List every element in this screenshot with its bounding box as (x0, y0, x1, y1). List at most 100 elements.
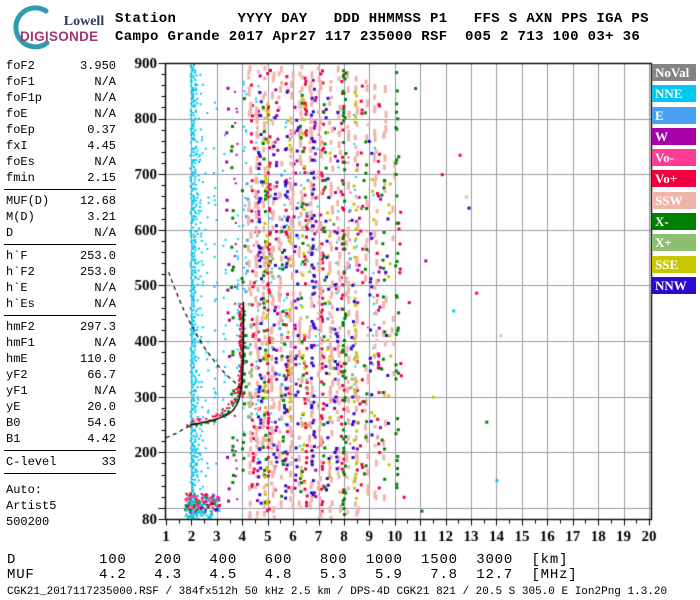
legend-item-vo: Vo- (652, 149, 696, 167)
header-column-titles: Station YYYY DAY DDD HHMMSS P1 FFS S AXN… (115, 11, 649, 27)
param-value: N/A (94, 281, 116, 295)
param-value: 297.3 (79, 320, 116, 334)
param-row: yF1 N/A (6, 383, 116, 399)
param-value: 3.950 (79, 59, 116, 73)
legend-item-sse: SSE (652, 255, 696, 273)
header-station-values: Campo Grande 2017 Apr27 117 235000 RSF 0… (115, 29, 641, 45)
legend-item-x: X- (652, 213, 696, 231)
legend-item-nnw: NNW (652, 276, 696, 294)
param-row: B1 4.42 (6, 431, 116, 447)
muf-table-values: MUF 4.2 4.3 4.5 4.8 5.3 5.9 7.8 12.7 [MH… (7, 567, 578, 583)
param-label: h`F2 (6, 265, 35, 279)
panel-divider (4, 450, 116, 451)
param-value: N/A (94, 75, 116, 89)
param-label: fxI (6, 139, 28, 153)
param-label: Auto: (6, 483, 43, 497)
param-row: hmF1 N/A (6, 335, 116, 351)
param-row: foE N/A (6, 106, 116, 122)
param-value: N/A (94, 91, 116, 105)
param-row: h`F 253.0 (6, 248, 116, 264)
digisonde-ionogram-screen: Lowell DIGISONDE Station YYYY DAY DDD HH… (0, 0, 700, 600)
panel-divider (4, 189, 116, 190)
param-value: 54.6 (87, 416, 116, 430)
param-row: fmin 2.15 (6, 170, 116, 186)
param-label: yE (6, 400, 21, 414)
param-value: 3.21 (87, 210, 116, 224)
param-value: 253.0 (79, 265, 116, 279)
param-row: h`F2 253.0 (6, 264, 116, 280)
logo-lowell-text: Lowell (64, 14, 105, 29)
lowell-digisonde-logo: Lowell DIGISONDE (13, 5, 105, 50)
legend-item-e: E (652, 106, 696, 124)
param-value: 12.68 (79, 194, 116, 208)
param-label: foE (6, 107, 28, 121)
param-row: foEp 0.37 (6, 122, 116, 138)
param-group: Auto: Artist5 500200 (6, 482, 116, 530)
panel-divider (4, 315, 116, 316)
param-group: hmF2 297.3 hmF1 N/A hmE 110.0 yF2 66.7 yF1 N/A yE 2… (6, 319, 116, 447)
param-value: 66.7 (87, 368, 116, 382)
param-row: foF1 N/A (6, 74, 116, 90)
param-group: C-level 33 (6, 454, 116, 470)
param-value: 4.42 (87, 432, 116, 446)
param-row: yF2 66.7 (6, 367, 116, 383)
station-header: Station YYYY DAY DDD HHMMSS P1 FFS S AXN… (115, 10, 649, 46)
param-value: 2.15 (87, 171, 116, 185)
param-row: hmE 110.0 (6, 351, 116, 367)
legend-item-x: X+ (652, 234, 696, 252)
param-label: C-level (6, 455, 57, 469)
param-value: 20.0 (87, 400, 116, 414)
param-row: Artist5 (6, 498, 116, 514)
param-group: foF2 3.950 foF1 N/A foF1p N/A foE N/A foEp 0.37 fx… (6, 58, 116, 186)
param-label: fmin (6, 171, 35, 185)
param-label: foF1p (6, 91, 43, 105)
logo-digisonde-text: DIGISONDE (20, 29, 98, 44)
param-row: B0 54.6 (6, 415, 116, 431)
param-label: 500200 (6, 515, 50, 529)
param-label: foEp (6, 123, 35, 137)
param-label: foF2 (6, 59, 35, 73)
param-row: h`Es N/A (6, 296, 116, 312)
measurement-footer: CGK21_2017117235000.RSF / 384fx512h 50 k… (7, 586, 668, 598)
param-value: N/A (94, 336, 116, 350)
muf-distance-table: D 100 200 400 600 800 1000 1500 3000 [km… (7, 553, 577, 583)
param-value: 110.0 (79, 352, 116, 366)
param-row: D N/A (6, 225, 116, 241)
param-label: MUF(D) (6, 194, 50, 208)
echo-status-legend: NoVal NNE E W Vo- Vo+ SSW X- X+ SSE NNW (652, 64, 698, 298)
param-row: 500200 (6, 514, 116, 530)
param-label: hmF2 (6, 320, 35, 334)
param-row: Auto: (6, 482, 116, 498)
ionogram-parameter-panel: foF2 3.950 foF1 N/A foF1p N/A foE N/A foEp 0.37 fx… (4, 58, 116, 530)
param-row: M(D) 3.21 (6, 209, 116, 225)
param-label: D (6, 226, 14, 240)
param-label: foEs (6, 155, 35, 169)
param-value: N/A (94, 155, 116, 169)
legend-item-ssw: SSW (652, 191, 696, 209)
param-label: M(D) (6, 210, 35, 224)
param-label: B1 (6, 432, 21, 446)
muf-table-distances: D 100 200 400 600 800 1000 1500 3000 [km… (7, 552, 569, 568)
param-label: yF2 (6, 368, 28, 382)
param-value: 33 (101, 455, 116, 469)
param-value: 0.37 (87, 123, 116, 137)
param-label: B0 (6, 416, 21, 430)
param-row: yE 20.0 (6, 399, 116, 415)
param-value: 4.45 (87, 139, 116, 153)
param-label: hmE (6, 352, 28, 366)
param-value: N/A (94, 384, 116, 398)
legend-item-noval: NoVal (652, 64, 696, 81)
param-row: C-level 33 (6, 454, 116, 470)
param-label: hmF1 (6, 336, 35, 350)
panel-divider (4, 244, 116, 245)
legend-item-vo: Vo+ (652, 170, 696, 188)
panel-divider (4, 473, 116, 474)
param-label: h`E (6, 281, 28, 295)
param-label: h`Es (6, 297, 35, 311)
param-row: foEs N/A (6, 154, 116, 170)
param-value: N/A (94, 107, 116, 121)
param-group: MUF(D) 12.68 M(D) 3.21 D N/A (6, 193, 116, 241)
param-row: h`E N/A (6, 280, 116, 296)
param-label: h`F (6, 249, 28, 263)
param-row: foF2 3.950 (6, 58, 116, 74)
